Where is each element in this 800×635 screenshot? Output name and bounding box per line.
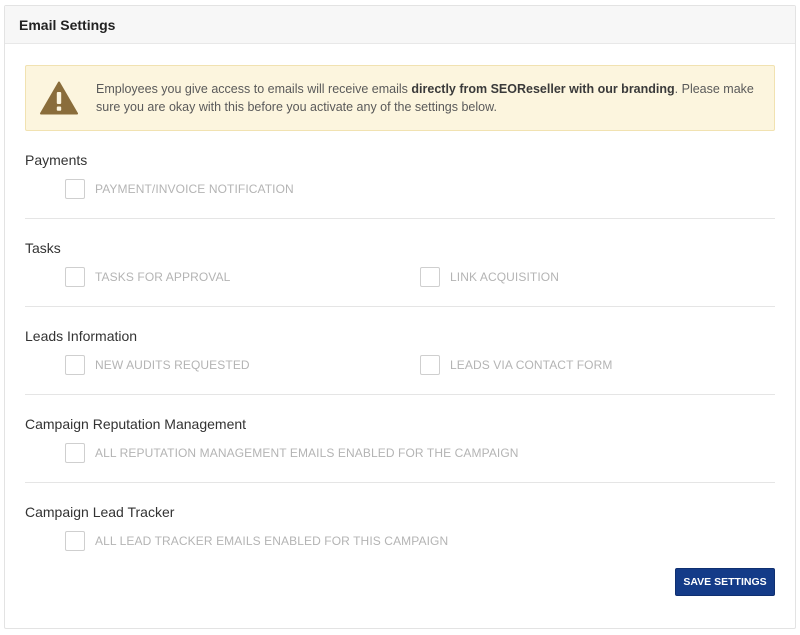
- alert-message: Employees you give access to emails will…: [96, 80, 754, 116]
- link-acquisition-checkbox[interactable]: [420, 267, 440, 287]
- leads-contact-form-checkbox[interactable]: [420, 355, 440, 375]
- option-label: NEW AUDITS REQUESTED: [95, 358, 250, 372]
- branding-warning-alert: Employees you give access to emails will…: [25, 65, 775, 131]
- page-title: Email Settings: [19, 16, 116, 33]
- section-campaign-lead-tracker: Campaign Lead Tracker ALL LEAD TRACKER E…: [25, 483, 775, 570]
- tasks-for-approval-checkbox[interactable]: [65, 267, 85, 287]
- option-label: ALL LEAD TRACKER EMAILS ENABLED FOR THIS…: [95, 534, 449, 548]
- email-settings-panel: Email Settings Employees you give access…: [4, 5, 796, 629]
- option-payment-invoice-notification[interactable]: PAYMENT/INVOICE NOTIFICATION: [65, 179, 294, 199]
- section-payments: Payments PAYMENT/INVOICE NOTIFICATION: [25, 131, 775, 219]
- new-audits-checkbox[interactable]: [65, 355, 85, 375]
- option-label: ALL REPUTATION MANAGEMENT EMAILS ENABLED…: [95, 446, 519, 460]
- reputation-management-checkbox[interactable]: [65, 443, 85, 463]
- lead-tracker-checkbox[interactable]: [65, 531, 85, 551]
- option-reputation-management-emails[interactable]: ALL REPUTATION MANAGEMENT EMAILS ENABLED…: [65, 443, 519, 463]
- option-label: PAYMENT/INVOICE NOTIFICATION: [95, 182, 294, 196]
- alert-text-start: Employees you give access to emails will…: [96, 82, 412, 96]
- section-title: Campaign Reputation Management: [25, 416, 247, 432]
- option-label: LINK ACQUISITION: [450, 270, 559, 284]
- section-title: Leads Information: [25, 328, 138, 344]
- panel-body: Employees you give access to emails will…: [5, 65, 795, 630]
- option-label: TASKS FOR APPROVAL: [95, 270, 231, 284]
- alert-text-bold: directly from SEOReseller with our brand…: [411, 82, 675, 96]
- save-settings-button[interactable]: SAVE SETTINGS: [675, 568, 775, 596]
- option-label: LEADS VIA CONTACT FORM: [450, 358, 613, 372]
- option-new-audits-requested[interactable]: NEW AUDITS REQUESTED: [65, 355, 250, 375]
- panel-header: Email Settings: [5, 6, 795, 44]
- option-leads-via-contact-form[interactable]: LEADS VIA CONTACT FORM: [420, 355, 612, 375]
- panel-footer: SAVE SETTINGS: [25, 568, 775, 630]
- payment-invoice-checkbox[interactable]: [65, 179, 85, 199]
- option-tasks-for-approval[interactable]: TASKS FOR APPROVAL: [65, 267, 230, 287]
- section-title: Payments: [25, 152, 88, 168]
- section-leads-information: Leads Information NEW AUDITS REQUESTED L…: [25, 307, 775, 395]
- section-title: Tasks: [25, 240, 61, 256]
- section-campaign-reputation-management: Campaign Reputation Management ALL REPUT…: [25, 395, 775, 483]
- option-link-acquisition[interactable]: LINK ACQUISITION: [420, 267, 559, 287]
- section-tasks: Tasks TASKS FOR APPROVAL LINK ACQUISITIO…: [25, 219, 775, 307]
- section-title: Campaign Lead Tracker: [25, 504, 175, 520]
- warning-triangle-icon: [40, 81, 78, 115]
- option-lead-tracker-emails[interactable]: ALL LEAD TRACKER EMAILS ENABLED FOR THIS…: [65, 531, 448, 551]
